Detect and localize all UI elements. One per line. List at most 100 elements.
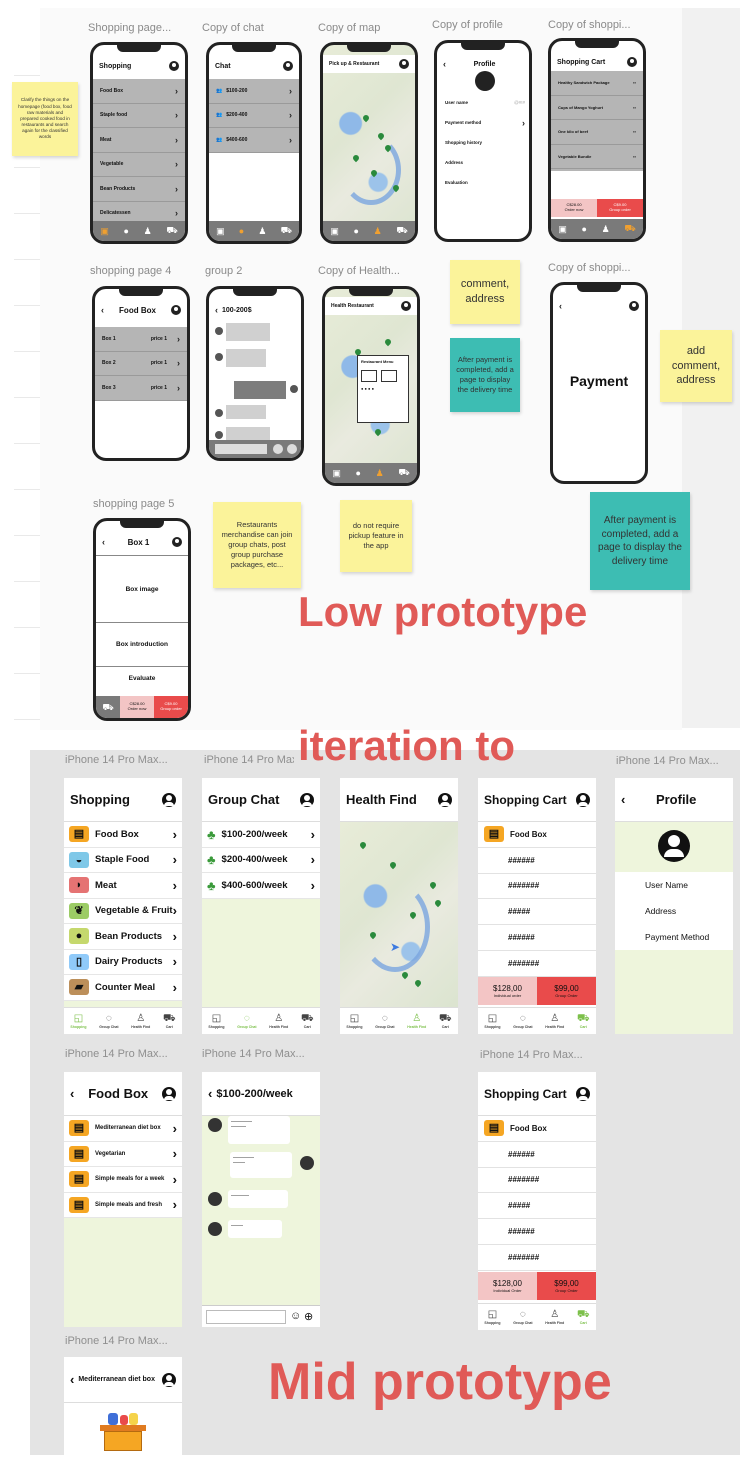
tab-health-find[interactable]: ♙ Health Find — [545, 1013, 564, 1029]
profile-icon[interactable] — [162, 1372, 176, 1387]
lowfi-map-screen[interactable]: Pick up & Restaurant ▣ ● ♟ ⛟ — [320, 42, 418, 244]
list-item[interactable]: Food Box › — [93, 79, 185, 104]
map-pin-icon[interactable] — [358, 840, 368, 850]
tab-shopping[interactable]: ◱ Shopping — [346, 1013, 362, 1029]
group-order-button[interactable]: $99,00 Group Order — [537, 1272, 596, 1300]
list-item[interactable]: Box 1 price 1 › — [95, 327, 187, 352]
map-view[interactable]: ➤ — [340, 822, 458, 1007]
list-item[interactable]: ▤ Simple meals and fresh › — [64, 1192, 182, 1218]
profile-icon[interactable] — [399, 59, 409, 69]
map-pin-icon[interactable] — [413, 978, 423, 988]
tab-group-chat[interactable]: ◌ Group Chat — [237, 1013, 256, 1029]
cart-row[interactable]: ###### — [478, 925, 596, 951]
restaurant-popup[interactable]: Restaurant Menu ● ● ● ● — [357, 355, 409, 423]
list-item[interactable]: ▯ Dairy Products › — [64, 949, 182, 975]
chat-icon[interactable]: ● — [354, 226, 359, 236]
message-input[interactable] — [206, 1310, 286, 1324]
list-item[interactable]: ▤ Simple meals for a week › — [64, 1167, 182, 1193]
tab-cart[interactable]: ⛟ Cart — [163, 1013, 176, 1029]
list-item[interactable]: ♣ $100-200/week › — [202, 822, 320, 848]
tab-group-chat[interactable]: ◌ Group Chat — [513, 1309, 532, 1325]
tab-cart[interactable]: ⛟ Cart — [301, 1013, 314, 1029]
list-item[interactable]: Vegetable › — [93, 153, 185, 177]
list-item[interactable]: ▤ Vegetarian › — [64, 1141, 182, 1167]
profile-icon[interactable] — [171, 305, 181, 315]
chat-icon[interactable]: ● — [582, 224, 587, 234]
map-pin-icon[interactable] — [388, 860, 398, 870]
people-icon[interactable]: ♟ — [376, 468, 384, 479]
midfi-health-find-screen[interactable]: Health Find ➤ ◱ Shopping ◌ Group Chat ♙ Hea… — [340, 778, 458, 1034]
cart-row[interactable]: ###### — [478, 1141, 596, 1168]
profile-row[interactable]: Shopping history — [445, 133, 525, 153]
list-item[interactable]: Bean Products › — [93, 177, 185, 202]
chat-icon[interactable]: ● — [239, 226, 244, 236]
group-order-button[interactable]: C$9.00 Group order — [154, 696, 188, 718]
group-order-button[interactable]: $99,00 Group Order — [537, 977, 596, 1005]
map-pin-icon[interactable] — [361, 113, 371, 123]
list-item[interactable]: ▤ Food Box › — [64, 822, 182, 848]
tab-cart[interactable]: ⛟ Cart — [577, 1309, 590, 1325]
cart-row[interactable]: Vegetable Bundle ▪▪ — [551, 145, 643, 169]
message-input[interactable] — [215, 444, 267, 454]
tab-cart[interactable]: ⛟ Cart — [577, 1013, 590, 1029]
plus-icon[interactable]: ⊕ — [304, 1310, 313, 1323]
lowfi-box-detail-screen[interactable]: ‹ Box 1 Box image Box introduction Evalua… — [93, 518, 191, 721]
profile-icon[interactable] — [162, 1086, 176, 1101]
list-item[interactable]: ♣ $200-400/week › — [202, 847, 320, 873]
list-item[interactable]: ◗ Meat › — [64, 873, 182, 899]
tab-shopping[interactable]: ◱ Shopping — [70, 1013, 86, 1029]
map-pin-icon[interactable] — [428, 880, 438, 890]
cart-icon[interactable]: ⛟ — [96, 696, 120, 718]
lowfi-cart-screen[interactable]: Shopping Cart Healthy Sandwich Package ▪▪… — [548, 38, 646, 242]
cart-icon[interactable]: ⛟ — [398, 467, 409, 479]
midfi-chat-room-screen[interactable]: ‹ $100-200/week ▬▬▬▬▬▬▬ ▬▬▬▬▬ ▬▬▬▬▬▬▬ ▬▬▬▬ … — [202, 1072, 320, 1327]
profile-icon[interactable] — [401, 301, 411, 311]
cart-row[interactable]: One kilo of beef ▪▪ — [551, 120, 643, 145]
lowfi-shopping-screen[interactable]: Shopping Food Box › Staple food › Meat › Ve… — [90, 42, 188, 244]
tab-health-find[interactable]: ♙ Health Find — [407, 1013, 426, 1029]
profile-row[interactable]: User name — [445, 93, 514, 113]
tab-health-find[interactable]: ♙ Health Find — [269, 1013, 288, 1029]
tab-cart[interactable]: ⛟ Cart — [439, 1013, 452, 1029]
cart-row[interactable]: ####### — [478, 1167, 596, 1194]
chat-icon[interactable]: ● — [356, 468, 361, 478]
list-item[interactable]: Box 2 price 1 › — [95, 352, 187, 376]
lowfi-payment-screen[interactable]: ‹ Payment — [550, 282, 648, 484]
list-item[interactable]: 👥 $200-400 › — [209, 104, 299, 128]
cart-row[interactable]: ####### — [478, 873, 596, 900]
tab-group-chat[interactable]: ◌ Group Chat — [99, 1013, 118, 1029]
profile-row[interactable]: Payment Method — [645, 924, 733, 950]
lowfi-profile-screen[interactable]: ‹ Profile User name @#!# Payment method › S… — [434, 40, 532, 242]
tab-group-chat[interactable]: ◌ Group Chat — [375, 1013, 394, 1029]
people-icon[interactable]: ♟ — [144, 226, 152, 237]
list-item[interactable]: 👥 $100-200 › — [209, 79, 299, 104]
list-item[interactable]: Meat › — [93, 128, 185, 153]
cart-row[interactable]: ####### — [478, 950, 596, 977]
lowfi-chat-screen[interactable]: Chat 👥 $100-200 › 👥 $200-400 › 👥 $400-600 › ▣ ●… — [206, 42, 302, 244]
individual-order-button[interactable]: C$28.00 Order now — [120, 696, 154, 718]
cart-icon[interactable]: ⛟ — [281, 225, 292, 237]
people-icon[interactable]: ♟ — [258, 226, 266, 237]
plus-icon[interactable] — [287, 444, 297, 454]
profile-row[interactable]: Payment method — [445, 113, 522, 133]
cart-row[interactable]: ##### — [478, 1193, 596, 1220]
midfi-shopping-screen[interactable]: Shopping ▤ Food Box › ◒ Staple Food › ◗ Meat ›… — [64, 778, 182, 1034]
cart-row[interactable]: Healthy Sandwich Package ▪▪ — [551, 71, 643, 96]
tab-health-find[interactable]: ♙ Health Find — [545, 1309, 564, 1325]
profile-icon[interactable] — [576, 1086, 590, 1101]
cart-icon[interactable]: ⛟ — [166, 225, 177, 237]
cart-row[interactable]: Cups of Mango Yoghurt ▪▪ — [551, 96, 643, 120]
emoji-icon[interactable]: ☺ — [290, 1310, 301, 1322]
back-arrow-icon[interactable]: ‹ — [559, 301, 562, 311]
midfi-profile-screen[interactable]: ‹ Profile User Name Address Payment Metho… — [615, 778, 733, 1034]
profile-row[interactable]: Evaluation — [445, 173, 525, 193]
cart-icon[interactable]: ⛟ — [396, 225, 407, 237]
list-item[interactable]: ♣ $400-600/week › — [202, 873, 320, 899]
midfi-cart-screen[interactable]: Shopping Cart ▤ Food Box ###### ####### #… — [478, 778, 596, 1034]
tab-shopping[interactable]: ◱ Shopping — [484, 1013, 500, 1029]
cart-row[interactable]: ▤ Food Box — [478, 1116, 596, 1142]
profile-icon[interactable] — [283, 61, 293, 71]
list-item[interactable]: Staple food › — [93, 104, 185, 128]
cart-row[interactable]: ▤ Food Box — [478, 822, 596, 848]
lowfi-health-screen[interactable]: Health Restaurant Restaurant Menu ● ● ● … — [322, 286, 420, 486]
